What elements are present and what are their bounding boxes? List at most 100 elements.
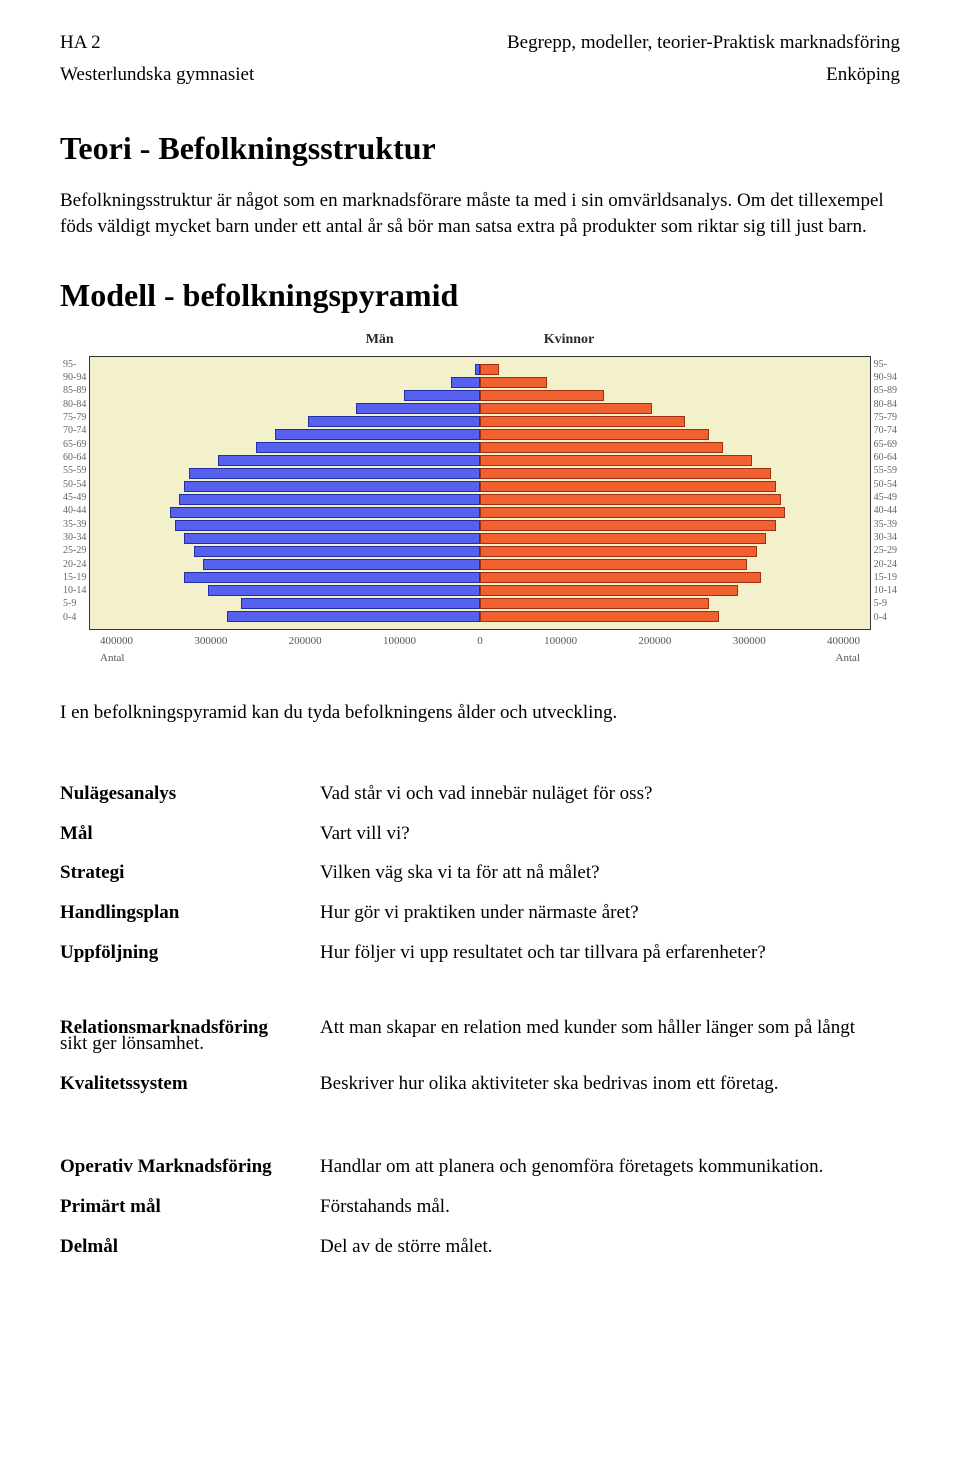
age-label: 55-59 <box>63 466 86 479</box>
pyramid-row <box>98 584 861 597</box>
age-label: 60-64 <box>874 453 897 466</box>
pyramid-row <box>98 506 861 519</box>
bar-women <box>480 585 738 596</box>
pyramid-x-ticks: 4000003000002000001000000100000200000300… <box>60 630 900 649</box>
term-kvalitetssystem: Kvalitetssystem <box>60 1071 320 1097</box>
definition-term: Strategi <box>60 860 320 886</box>
bar-men <box>203 559 480 570</box>
bar-men <box>227 611 480 622</box>
bar-men <box>179 494 480 505</box>
age-label: 90-94 <box>63 373 86 386</box>
age-label: 80-84 <box>874 400 897 413</box>
bar-men <box>175 520 480 531</box>
bar-women <box>480 546 757 557</box>
age-label: 15-19 <box>874 573 897 586</box>
definition-row: DelmålDel av de större målet. <box>60 1234 900 1260</box>
definition-text: Förstahands mål. <box>320 1194 900 1220</box>
x-tick: 100000 <box>383 634 416 649</box>
bar-men <box>208 585 480 596</box>
pyramid-row <box>98 389 861 402</box>
bar-women <box>480 416 685 427</box>
bar-women <box>480 442 723 453</box>
age-label: 85-89 <box>63 386 86 399</box>
age-label: 60-64 <box>63 453 86 466</box>
pyramid-row <box>98 610 861 623</box>
age-label: 90-94 <box>874 373 897 386</box>
bar-men <box>194 546 480 557</box>
course-code: HA 2 <box>60 30 101 56</box>
pyramid-row <box>98 454 861 467</box>
header-row-2: Westerlundska gymnasiet Enköping <box>60 62 900 88</box>
pyramid-frame: 95-90-9485-8980-8475-7970-7465-6960-6455… <box>60 356 900 630</box>
age-label: 75-79 <box>63 413 86 426</box>
definition-row: UppföljningHur följer vi upp resultatet … <box>60 940 900 966</box>
bar-men <box>451 377 480 388</box>
age-label: 10-14 <box>63 586 86 599</box>
age-labels-left: 95-90-9485-8980-8475-7970-7465-6960-6455… <box>60 356 89 630</box>
pyramid-row <box>98 441 861 454</box>
age-label: 45-49 <box>63 493 86 506</box>
x-tick: 0 <box>477 634 483 649</box>
bar-men <box>189 468 480 479</box>
bar-men <box>241 598 480 609</box>
age-label: 95- <box>63 360 86 373</box>
pyramid-row <box>98 467 861 480</box>
age-label: 20-24 <box>874 560 897 573</box>
definition-text: Hur gör vi praktiken under närmaste året… <box>320 900 900 926</box>
paragraph-pyramid: I en befolkningspyramid kan du tyda befo… <box>60 700 900 726</box>
bar-men <box>218 455 480 466</box>
pyramid-plot-area <box>89 356 870 630</box>
bar-women <box>480 611 719 622</box>
pyramid-row <box>98 428 861 441</box>
definition-text: Hur följer vi upp resultatet och tar til… <box>320 940 900 966</box>
x-tick: 300000 <box>194 634 227 649</box>
bar-women <box>480 520 776 531</box>
bar-women <box>480 572 761 583</box>
x-tick: 200000 <box>289 634 322 649</box>
age-label: 95- <box>874 360 897 373</box>
header-row-1: HA 2 Begrepp, modeller, teorier-Praktisk… <box>60 30 900 56</box>
population-pyramid-chart: Män Kvinnor 95-90-9485-8980-8475-7970-74… <box>60 331 900 666</box>
age-label: 25-29 <box>63 546 86 559</box>
age-label: 65-69 <box>63 440 86 453</box>
definition-row: StrategiVilken väg ska vi ta för att nå … <box>60 860 900 886</box>
bar-women <box>480 494 781 505</box>
definition-term: Uppföljning <box>60 940 320 966</box>
age-label: 50-54 <box>63 480 86 493</box>
bar-women <box>480 403 652 414</box>
bar-men <box>404 390 480 401</box>
bar-men <box>256 442 480 453</box>
bar-women <box>480 364 499 375</box>
x-tick: 200000 <box>638 634 671 649</box>
x-tick: 400000 <box>827 634 860 649</box>
pyramid-row <box>98 519 861 532</box>
bar-men <box>308 416 480 427</box>
age-label: 45-49 <box>874 493 897 506</box>
definition-term: Delmål <box>60 1234 320 1260</box>
age-label: 85-89 <box>874 386 897 399</box>
definition-text: Vad står vi och vad innebär nuläget för … <box>320 781 900 807</box>
pyramid-row <box>98 376 861 389</box>
xlabel-right: Antal <box>836 651 860 666</box>
pyramid-row <box>98 532 861 545</box>
bar-women <box>480 390 604 401</box>
age-label: 25-29 <box>874 546 897 559</box>
heading-model: Modell - befolkningspyramid <box>60 274 900 317</box>
x-tick: 100000 <box>544 634 577 649</box>
age-label: 80-84 <box>63 400 86 413</box>
age-label: 65-69 <box>874 440 897 453</box>
definition-row: NulägesanalysVad står vi och vad innebär… <box>60 781 900 807</box>
pyramid-row <box>98 545 861 558</box>
definition-list-1: NulägesanalysVad står vi och vad innebär… <box>60 781 900 965</box>
document-page: HA 2 Begrepp, modeller, teorier-Praktisk… <box>0 0 960 1313</box>
heading-theory: Teori - Befolkningsstruktur <box>60 127 900 170</box>
age-label: 70-74 <box>63 426 86 439</box>
label-men: Män <box>366 331 394 350</box>
bar-women <box>480 429 709 440</box>
school-name: Westerlundska gymnasiet <box>60 62 254 88</box>
def-relationsmarknadsforing-line1: Att man skapar en relation med kunder so… <box>320 1015 900 1041</box>
pyramid-top-labels: Män Kvinnor <box>60 331 900 350</box>
bar-men <box>184 481 480 492</box>
age-label: 40-44 <box>63 506 86 519</box>
bar-women <box>480 455 752 466</box>
